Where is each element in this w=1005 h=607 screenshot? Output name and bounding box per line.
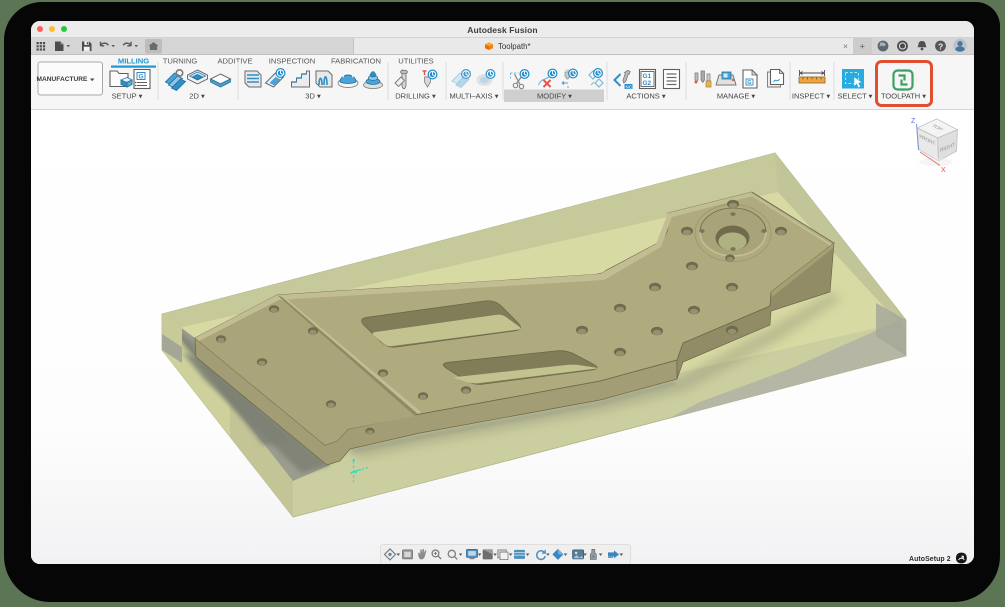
svg-text:Z: Z (911, 118, 916, 125)
svg-text:NC: NC (626, 85, 633, 90)
svg-text:×: × (843, 41, 848, 51)
svg-text:MILLING: MILLING (118, 57, 149, 66)
svg-text:MULTI–AXIS ▾: MULTI–AXIS ▾ (449, 92, 498, 101)
svg-text:Toolpath*: Toolpath* (498, 42, 531, 51)
svg-text:G: G (747, 80, 751, 86)
svg-text:3D ▾: 3D ▾ (305, 92, 321, 101)
svg-text:TOOLPATH ▾: TOOLPATH ▾ (881, 92, 926, 101)
svg-text:?: ? (938, 41, 943, 51)
svg-text:G: G (139, 74, 144, 81)
svg-text:G1: G1 (643, 73, 652, 80)
svg-text:MODIFY ▾: MODIFY ▾ (537, 92, 572, 101)
svg-text:INSPECTION: INSPECTION (269, 57, 315, 66)
svg-text:2D ▾: 2D ▾ (189, 92, 205, 101)
svg-text:DRILLING ▾: DRILLING ▾ (395, 92, 436, 101)
svg-text:SELECT ▾: SELECT ▾ (838, 92, 873, 101)
svg-text:ADDITIVE: ADDITIVE (217, 57, 252, 66)
svg-text:SETUP ▾: SETUP ▾ (112, 92, 143, 101)
svg-text:INSPECT ▾: INSPECT ▾ (792, 92, 830, 101)
svg-text:X: X (941, 167, 946, 174)
svg-text:+: + (860, 42, 866, 53)
svg-text:MANUFACTURE: MANUFACTURE (37, 76, 89, 83)
svg-text:G2: G2 (643, 80, 652, 87)
svg-text:UTILITIES: UTILITIES (398, 57, 433, 66)
svg-text:TURNING: TURNING (163, 57, 198, 66)
svg-text:MANAGE ▾: MANAGE ▾ (717, 92, 756, 101)
svg-text:FABRICATION: FABRICATION (331, 57, 381, 66)
svg-text:ACTIONS ▾: ACTIONS ▾ (626, 92, 665, 101)
